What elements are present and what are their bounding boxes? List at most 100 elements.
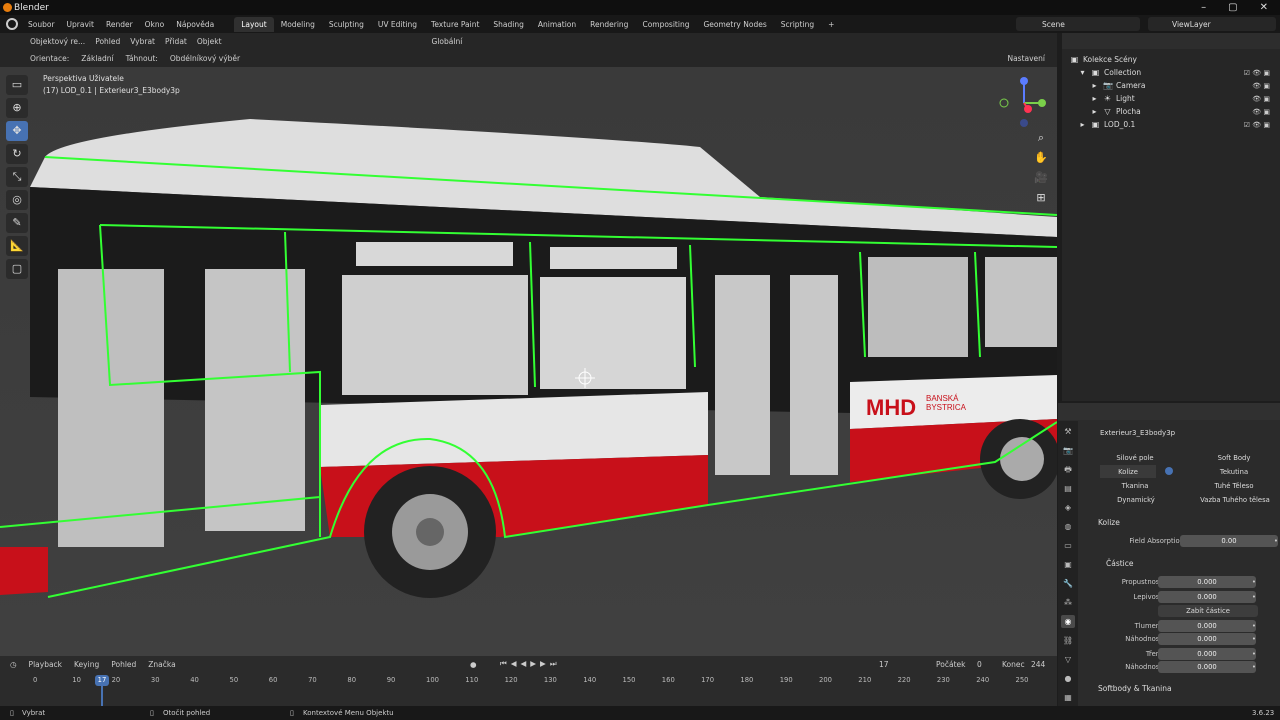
menu-select[interactable]: Vybrat: [130, 37, 155, 46]
close-icon[interactable]: ✕: [1260, 2, 1268, 13]
stickiness-field[interactable]: 0.000: [1158, 591, 1256, 603]
navigation-gizmo[interactable]: [996, 75, 1052, 131]
keyframe-dot-icon[interactable]: •: [1274, 537, 1278, 545]
tool-tab-icon[interactable]: ⚒: [1061, 425, 1075, 438]
start-frame-field[interactable]: 0: [977, 660, 982, 669]
tab-animation[interactable]: Animation: [531, 17, 583, 32]
expand-chevron-icon[interactable]: ▸: [1090, 81, 1099, 90]
object-tab-icon[interactable]: ▣: [1061, 558, 1075, 571]
damping-random-field[interactable]: 0.000: [1158, 633, 1256, 645]
menu-edit[interactable]: Upravit: [61, 20, 100, 29]
field-absorption-field[interactable]: 0.00: [1180, 535, 1278, 547]
ortho-grid-icon[interactable]: ⊞: [1032, 189, 1050, 207]
visibility-toggles[interactable]: ☑ 👁 ▣: [1244, 121, 1270, 129]
tab-modeling[interactable]: Modeling: [274, 17, 322, 32]
scale-icon[interactable]: ⤡: [6, 167, 28, 187]
tab-uv-editing[interactable]: UV Editing: [371, 17, 424, 32]
rotate-icon[interactable]: ↻: [6, 144, 28, 164]
softbody-cloth-section-header[interactable]: Softbody & Tkanina: [1098, 684, 1172, 693]
visibility-toggles[interactable]: 👁 ▣: [1252, 108, 1270, 116]
maximize-icon[interactable]: ▢: [1228, 2, 1237, 13]
object-name-field[interactable]: Exterieur3_E3body3p: [1084, 425, 1274, 441]
output-tab-icon[interactable]: 🖶: [1061, 463, 1075, 476]
menu-object[interactable]: Objekt: [197, 37, 222, 46]
outliner-item-light[interactable]: ▸ ☀ Light 👁 ▣: [1070, 92, 1280, 105]
current-frame-field[interactable]: 17: [879, 660, 889, 669]
tab-layout[interactable]: Layout: [234, 16, 274, 32]
visibility-toggles[interactable]: 👁 ▣: [1252, 95, 1270, 103]
permeability-field[interactable]: 0.000: [1158, 576, 1256, 588]
3d-viewport[interactable]: MHD BANSKÁ BYSTRICA Perspektiva Uživatel…: [0, 67, 1057, 656]
keyframe-dot-icon[interactable]: •: [1252, 635, 1256, 643]
mode-selector[interactable]: Objektový re...: [30, 37, 85, 46]
particles-section-header[interactable]: Částice: [1106, 559, 1134, 568]
add-cube-icon[interactable]: ▢: [6, 259, 28, 279]
material-tab-icon[interactable]: ●: [1061, 672, 1075, 685]
outliner-item-plocha[interactable]: ▸ ▽ Plocha 👁 ▣: [1070, 105, 1280, 118]
settings-dropdown[interactable]: Nastavení: [1007, 54, 1045, 63]
kill-particles-checkbox[interactable]: Zabít částice: [1158, 605, 1258, 617]
tab-rendering[interactable]: Rendering: [583, 17, 635, 32]
select-box-icon[interactable]: ▭: [6, 75, 28, 95]
tab-sculpting[interactable]: Sculpting: [322, 17, 371, 32]
collision-section-header[interactable]: Kolize: [1098, 518, 1120, 527]
tab-shading[interactable]: Shading: [486, 17, 530, 32]
menu-file[interactable]: Soubor: [22, 20, 61, 29]
end-frame-field[interactable]: 244: [1031, 660, 1045, 669]
transform-orientation[interactable]: Globální: [432, 37, 463, 46]
dynamic-paint-button[interactable]: Dynamický: [1108, 493, 1164, 506]
editor-type-icon[interactable]: ◷: [10, 660, 17, 669]
tab-scripting[interactable]: Scripting: [774, 17, 821, 32]
annotate-icon[interactable]: ✎: [6, 213, 28, 233]
outliner-item-lod[interactable]: ▸ ▣ LOD_0.1 ☑ 👁 ▣: [1070, 118, 1280, 131]
rigid-body-constraint-button[interactable]: Vazba Tuhého tělesa: [1198, 493, 1272, 506]
scene-selector[interactable]: Scene: [1016, 17, 1140, 31]
expand-chevron-icon[interactable]: ▸: [1090, 94, 1099, 103]
record-icon[interactable]: ●: [470, 660, 477, 669]
drag-dropdown[interactable]: Obdélníkový výběr: [170, 54, 240, 63]
camera-view-icon[interactable]: 🎥: [1032, 169, 1050, 187]
friction-field[interactable]: 0.000: [1158, 648, 1256, 660]
pan-hand-icon[interactable]: ✋: [1032, 149, 1050, 167]
add-workspace-icon[interactable]: +: [821, 17, 841, 32]
timeline-ruler[interactable]: 0 10 20 30 40 50 60 70 80 90 100 110 120 130 140 150 160…: [0, 676, 1057, 688]
visibility-toggles[interactable]: 👁 ▣: [1252, 82, 1270, 90]
zoom-icon[interactable]: ⌕: [1032, 129, 1050, 147]
playhead-frame-badge[interactable]: 17: [95, 675, 109, 686]
fluid-button[interactable]: Tekutina: [1206, 465, 1262, 478]
menu-marker[interactable]: Značka: [148, 660, 175, 669]
menu-timeline-view[interactable]: Pohled: [111, 660, 136, 669]
menu-render[interactable]: Render: [100, 20, 139, 29]
view-layer-selector[interactable]: ViewLayer: [1148, 17, 1276, 31]
menu-help[interactable]: Nápověda: [170, 20, 220, 29]
collection-tab-icon[interactable]: ▭: [1061, 539, 1075, 552]
keyframe-dot-icon[interactable]: •: [1252, 650, 1256, 658]
scene-tab-icon[interactable]: ◈: [1061, 501, 1075, 514]
collision-visibility-icon[interactable]: [1165, 467, 1173, 475]
orientation-dropdown[interactable]: Základní: [81, 54, 113, 63]
menu-add[interactable]: Přidat: [165, 37, 187, 46]
keyframe-dot-icon[interactable]: •: [1252, 622, 1256, 630]
outliner-item-collection[interactable]: ▾ ▣ Collection ☑ 👁 ▣: [1070, 66, 1280, 79]
expand-chevron-icon[interactable]: ▸: [1078, 120, 1087, 129]
keyframe-dot-icon[interactable]: •: [1252, 663, 1256, 671]
view-layer-tab-icon[interactable]: ▤: [1061, 482, 1075, 495]
menu-playback[interactable]: Playback: [29, 660, 62, 669]
tab-texture-paint[interactable]: Texture Paint: [424, 17, 486, 32]
transform-icon[interactable]: ◎: [6, 190, 28, 210]
playhead-line[interactable]: [101, 686, 103, 708]
soft-body-button[interactable]: Soft Body: [1206, 451, 1262, 464]
tab-compositing[interactable]: Compositing: [635, 17, 696, 32]
minimize-icon[interactable]: –: [1201, 2, 1206, 13]
texture-tab-icon[interactable]: ▦: [1061, 691, 1075, 704]
blender-menu-icon[interactable]: [6, 18, 18, 30]
expand-chevron-icon[interactable]: ▸: [1090, 107, 1099, 116]
move-icon[interactable]: ✥: [6, 121, 28, 141]
cloth-button[interactable]: Tkanina: [1108, 479, 1162, 492]
menu-keying[interactable]: Keying: [74, 660, 99, 669]
force-field-button[interactable]: Silové pole: [1110, 451, 1160, 464]
collapse-chevron-icon[interactable]: ▾: [1078, 68, 1087, 77]
render-tab-icon[interactable]: 📷: [1061, 444, 1075, 457]
tab-geometry-nodes[interactable]: Geometry Nodes: [696, 17, 773, 32]
measure-icon[interactable]: 📐: [6, 236, 28, 256]
